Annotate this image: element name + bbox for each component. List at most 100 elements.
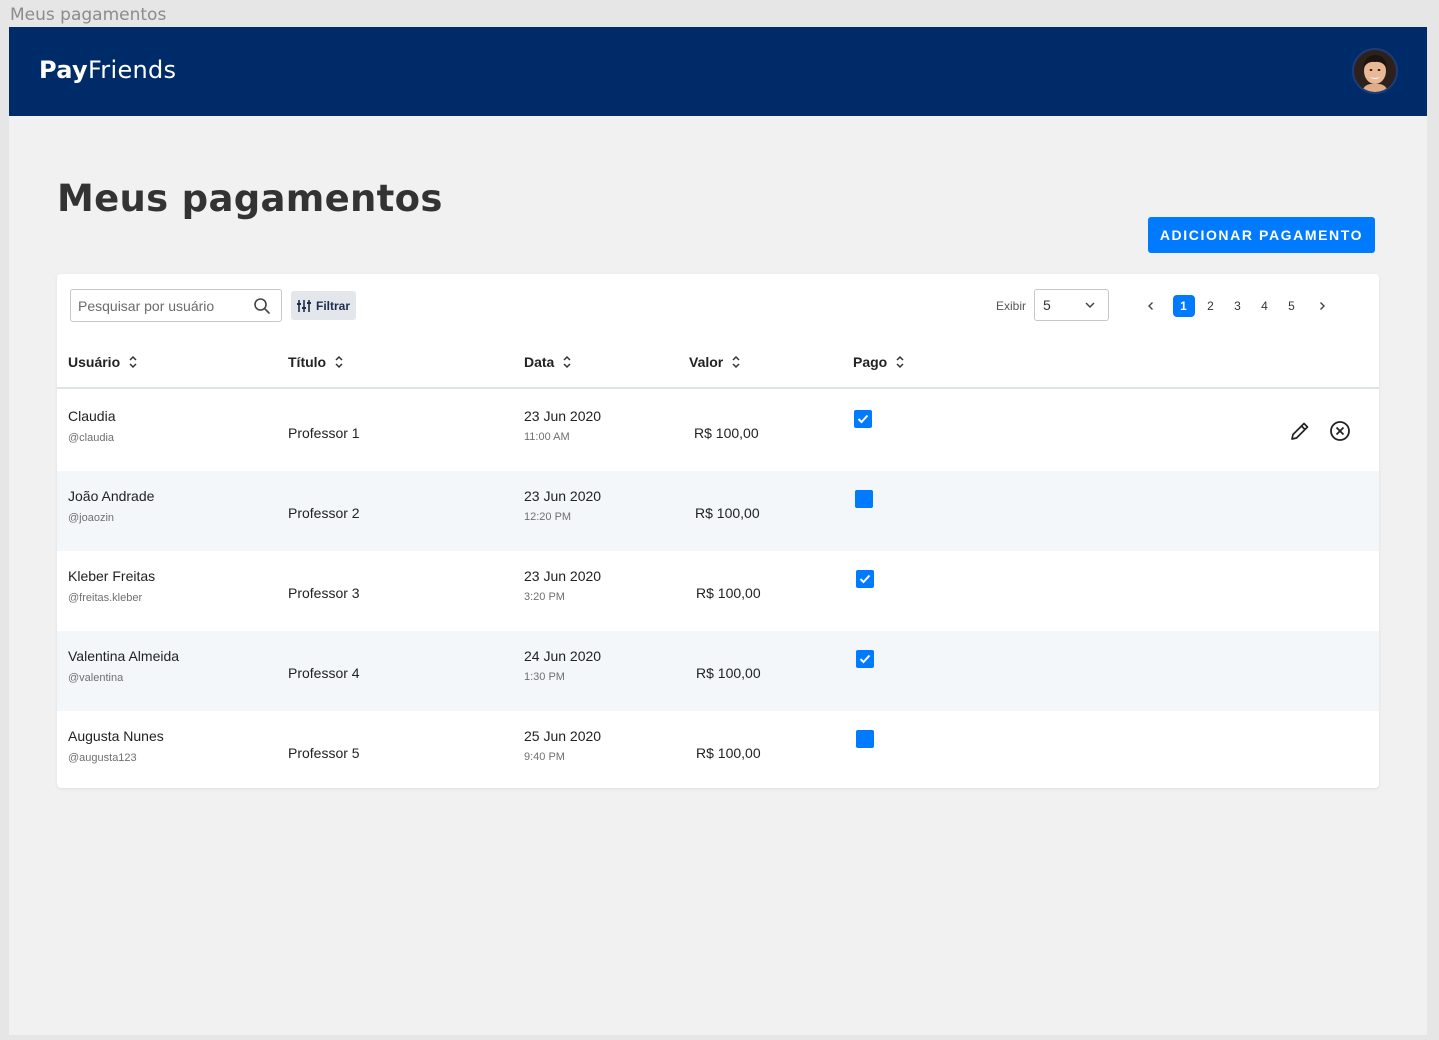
- date-cell: 23 Jun 2020 12:20 PM: [524, 488, 601, 523]
- prev-page-button[interactable]: [1140, 295, 1162, 317]
- paid-checkbox[interactable]: [856, 570, 874, 588]
- sort-icon: [129, 355, 137, 369]
- chevron-down-icon: [1085, 302, 1095, 309]
- user-handle: @augusta123: [68, 752, 137, 764]
- pencil-icon: [1291, 422, 1309, 440]
- edit-button[interactable]: [1288, 419, 1312, 443]
- paid-checkbox[interactable]: [854, 410, 872, 428]
- app-logo[interactable]: PayFriends: [39, 56, 176, 84]
- paid-checkbox[interactable]: [856, 730, 874, 748]
- user-avatar[interactable]: [1352, 48, 1398, 94]
- time-value: 1:30 PM: [524, 671, 565, 683]
- column-header-valor[interactable]: Valor: [689, 354, 741, 370]
- column-label: Pago: [853, 354, 888, 370]
- column-label: Data: [524, 354, 555, 370]
- page-button-5[interactable]: 5: [1281, 295, 1303, 317]
- app-frame: PayFriends Meus pagamentos ADICIONAR PAG…: [9, 27, 1427, 1035]
- table-row[interactable]: Kleber Freitas @freitas.kleber Professor…: [57, 551, 1379, 631]
- user-cell: Valentina Almeida @valentina: [68, 648, 179, 684]
- title-cell: Professor 2: [288, 505, 360, 521]
- user-name: Kleber Freitas: [68, 568, 156, 584]
- page-button-1[interactable]: 1: [1172, 295, 1195, 317]
- column-label: Usuário: [68, 354, 121, 370]
- user-handle: @claudia: [68, 432, 115, 444]
- column-header-pago[interactable]: Pago: [853, 354, 905, 370]
- column-label: Título: [288, 354, 327, 370]
- date-cell: 24 Jun 2020 1:30 PM: [524, 648, 601, 683]
- checkmark-icon: [859, 654, 871, 664]
- search-field[interactable]: [70, 289, 282, 322]
- search-input[interactable]: [78, 291, 258, 320]
- table-header: Usuário Título Data Valor Pago: [57, 344, 1379, 389]
- page-button-3[interactable]: 3: [1227, 295, 1249, 317]
- user-cell: João Andrade @joaozin: [68, 488, 154, 524]
- title-cell: Professor 3: [288, 585, 360, 601]
- user-cell: Kleber Freitas @freitas.kleber: [68, 568, 155, 604]
- logo-bold: Pay: [39, 56, 88, 84]
- page-size-label: Exibir: [996, 299, 1027, 313]
- table-row[interactable]: Claudia @claudia Professor 1 23 Jun 2020…: [57, 391, 1379, 471]
- paid-checkbox[interactable]: [855, 490, 873, 508]
- search-icon: [254, 298, 270, 314]
- sort-icon: [335, 355, 343, 369]
- date-value: 23 Jun 2020: [524, 408, 602, 424]
- user-name: Augusta Nunes: [68, 728, 164, 744]
- top-bar: PayFriends: [9, 27, 1427, 116]
- user-name: Valentina Almeida: [68, 648, 180, 664]
- user-name: João Andrade: [68, 488, 155, 504]
- value-cell: R$ 100,00: [696, 745, 761, 761]
- user-name: Claudia: [68, 408, 116, 424]
- user-handle: @valentina: [68, 672, 124, 684]
- table-row[interactable]: Augusta Nunes @augusta123 Professor 5 25…: [57, 711, 1379, 788]
- sliders-icon: [296, 299, 311, 312]
- value-cell: R$ 100,00: [696, 665, 761, 681]
- table-row[interactable]: Valentina Almeida @valentina Professor 4…: [57, 631, 1379, 711]
- value-cell: R$ 100,00: [695, 505, 760, 521]
- date-value: 23 Jun 2020: [524, 488, 602, 504]
- title-cell: Professor 1: [288, 425, 360, 441]
- page-title: Meus pagamentos: [57, 177, 443, 220]
- page-button-2[interactable]: 2: [1200, 295, 1222, 317]
- sort-icon: [563, 355, 571, 369]
- paid-checkbox[interactable]: [856, 650, 874, 668]
- pagination: 1 2 3 4 5: [1140, 294, 1333, 318]
- user-cell: Claudia @claudia: [68, 408, 115, 444]
- value-cell: R$ 100,00: [696, 585, 761, 601]
- checkmark-icon: [859, 574, 871, 584]
- column-header-usuario[interactable]: Usuário: [68, 354, 138, 370]
- chevron-right-icon: [1320, 302, 1325, 310]
- next-page-button[interactable]: [1311, 295, 1333, 317]
- close-circle-icon: [1330, 421, 1350, 441]
- time-value: 9:40 PM: [524, 751, 565, 763]
- payments-card: Filtrar Exibir 5 1 2 3 4 5 Us: [57, 274, 1379, 788]
- page-button-4[interactable]: 4: [1254, 295, 1276, 317]
- date-cell: 25 Jun 2020 9:40 PM: [524, 728, 601, 763]
- checkmark-icon: [857, 414, 869, 424]
- filter-button[interactable]: Filtrar: [291, 291, 356, 320]
- delete-button[interactable]: [1328, 419, 1352, 443]
- add-payment-button[interactable]: ADICIONAR PAGAMENTO: [1148, 217, 1375, 253]
- date-value: 23 Jun 2020: [524, 568, 602, 584]
- title-cell: Professor 5: [288, 745, 360, 761]
- avatar-image: [1354, 50, 1396, 92]
- column-header-titulo[interactable]: Título: [288, 354, 344, 370]
- table-row[interactable]: João Andrade @joaozin Professor 2 23 Jun…: [57, 471, 1379, 551]
- column-label: Valor: [689, 354, 724, 370]
- date-cell: 23 Jun 2020 3:20 PM: [524, 568, 601, 603]
- column-header-data[interactable]: Data: [524, 354, 572, 370]
- title-cell: Professor 4: [288, 665, 360, 681]
- user-cell: Augusta Nunes @augusta123: [68, 728, 164, 764]
- sort-icon: [732, 355, 740, 369]
- time-value: 3:20 PM: [524, 591, 565, 603]
- date-cell: 23 Jun 2020 11:00 AM: [524, 408, 601, 443]
- date-value: 24 Jun 2020: [524, 648, 602, 664]
- value-cell: R$ 100,00: [694, 425, 759, 441]
- filter-label: Filtrar: [315, 298, 350, 313]
- time-value: 12:20 PM: [524, 511, 572, 523]
- sort-icon: [896, 355, 904, 369]
- date-value: 25 Jun 2020: [524, 728, 602, 744]
- logo-light: Friends: [87, 56, 177, 84]
- user-handle: @joaozin: [68, 512, 115, 524]
- page-size-select[interactable]: 5: [1034, 289, 1109, 321]
- time-value: 11:00 AM: [524, 431, 570, 443]
